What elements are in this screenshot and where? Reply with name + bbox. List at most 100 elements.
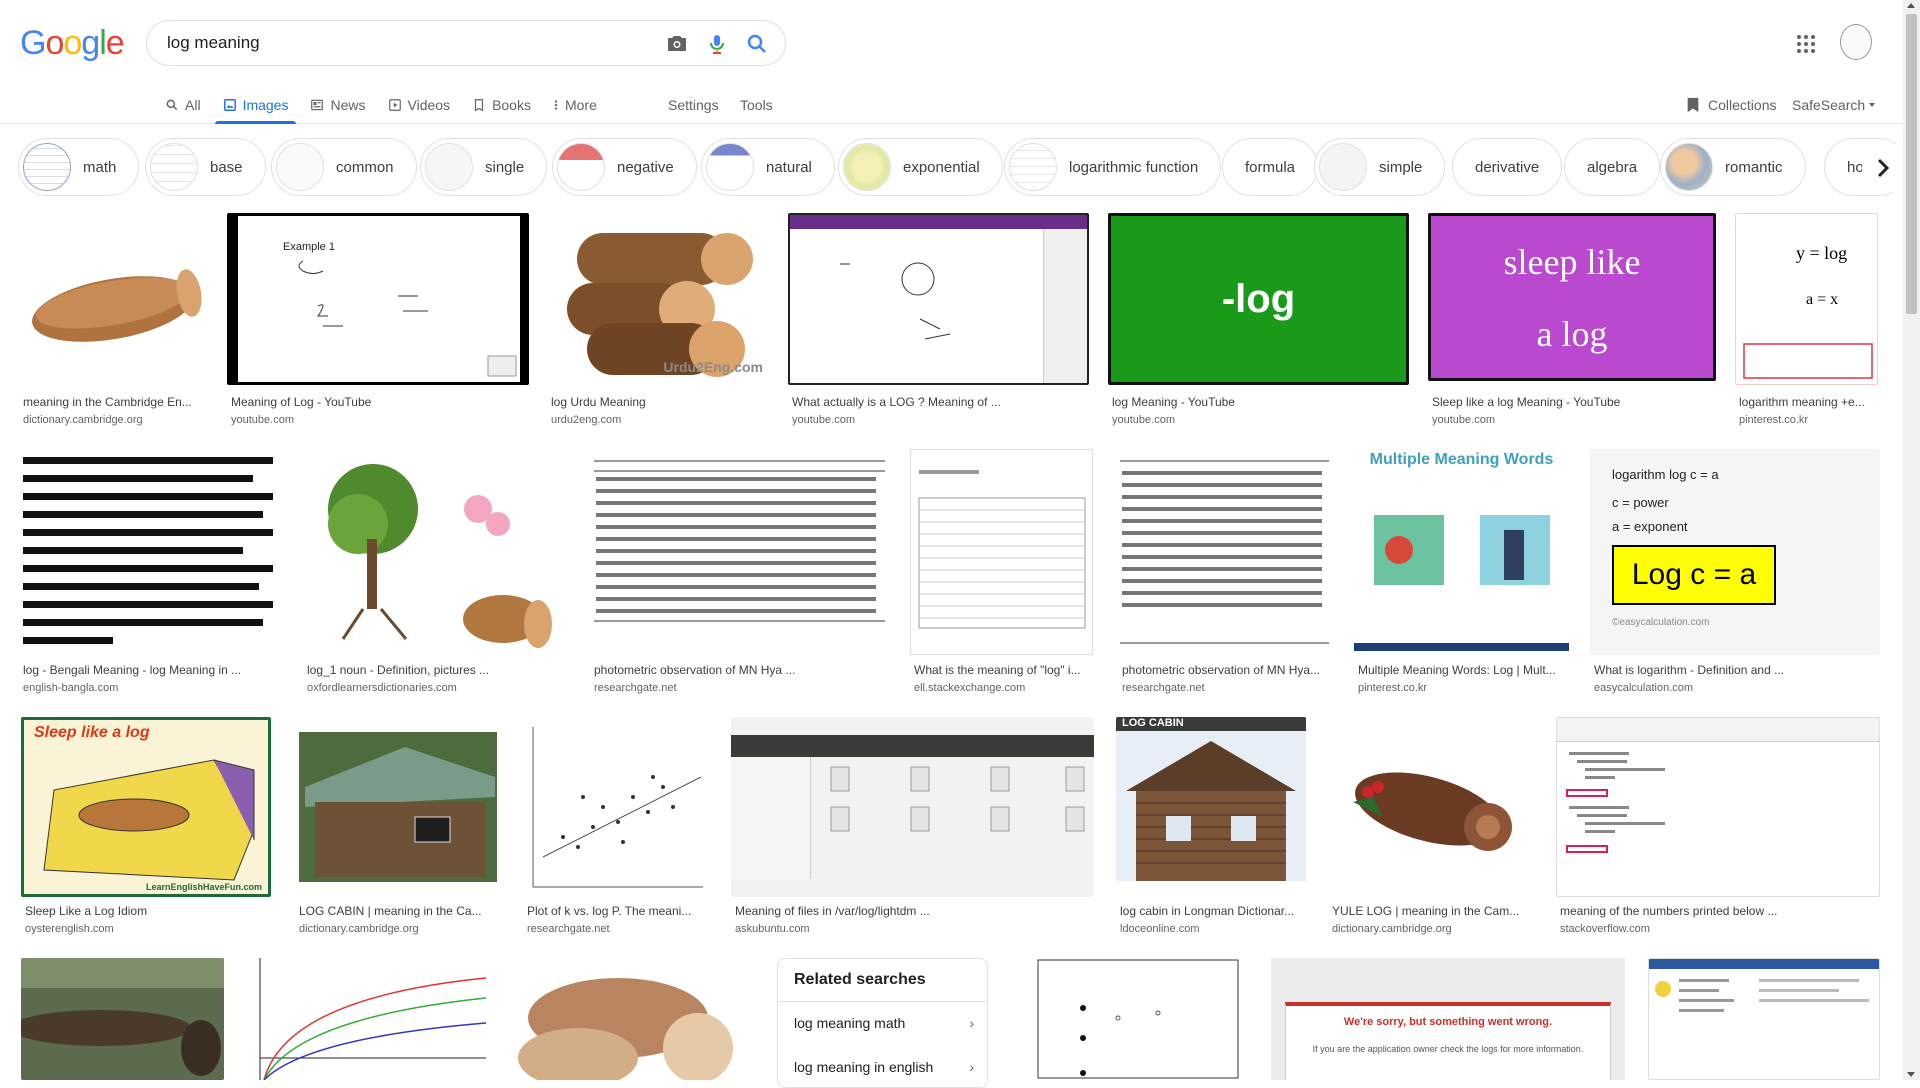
result-thumbnail[interactable]: logarithm log c = a c = power a = expone… (1590, 449, 1880, 655)
result-thumbnail[interactable] (910, 449, 1093, 655)
result-title[interactable]: log_1 noun - Definition, pictures ... (307, 663, 569, 677)
chip-formula[interactable]: formula (1222, 138, 1319, 196)
result-thumbnail[interactable]: Example 1 (227, 213, 529, 385)
result-title[interactable]: YULE LOG | meaning in the Cam... (1332, 904, 1532, 918)
image-result[interactable] (246, 958, 486, 1080)
result-title[interactable]: log - Bengali Meaning - log Meaning in .… (23, 663, 279, 677)
scroll-down-arrow-icon[interactable] (1907, 1072, 1915, 1077)
result-thumbnail[interactable]: Multiple Meaning Words (1354, 449, 1569, 655)
result-thumbnail[interactable] (1328, 717, 1534, 897)
chip-base[interactable]: base (145, 138, 266, 196)
result-title[interactable]: meaning of the numbers printed below ... (1560, 904, 1878, 918)
chip-romantic[interactable]: romantic (1660, 138, 1806, 196)
result-source[interactable]: researchgate.net (594, 682, 677, 694)
result-thumbnail[interactable] (1556, 717, 1880, 897)
result-source[interactable]: youtube.com (1112, 414, 1175, 426)
result-source[interactable]: ell.stackexchange.com (914, 682, 1025, 694)
image-result[interactable]: photometric observation of MN Hya... res… (1118, 449, 1331, 695)
result-source[interactable]: urdu2eng.com (551, 414, 621, 426)
result-thumbnail[interactable] (523, 717, 709, 897)
result-title[interactable]: Plot of k vs. log P. The meani... (527, 904, 707, 918)
result-thumbnail[interactable]: y = log a = x (1735, 213, 1878, 385)
result-title[interactable]: log cabin in Longman Dictionar... (1120, 904, 1306, 918)
result-title[interactable]: log Meaning - YouTube (1112, 395, 1409, 409)
tab-images[interactable]: Images (214, 88, 297, 124)
image-result[interactable]: We're sorry, but something went wrong. I… (1271, 958, 1625, 1080)
result-thumbnail[interactable]: sleep like a log (1428, 213, 1716, 381)
result-thumbnail[interactable] (295, 717, 501, 897)
image-result[interactable]: LOG CABIN log cabin in Longman Dictionar… (1116, 717, 1306, 939)
result-thumbnail[interactable] (1008, 958, 1249, 1080)
result-source[interactable]: researchgate.net (527, 923, 610, 935)
result-title[interactable]: Sleep Like a Log Idiom (25, 904, 271, 918)
result-source[interactable]: stackoverflow.com (1560, 923, 1650, 935)
result-source[interactable]: dictionary.cambridge.org (23, 414, 143, 426)
result-title[interactable]: Sleep like a log Meaning - YouTube (1432, 395, 1716, 409)
image-result[interactable]: LOG CABIN | meaning in the Ca... diction… (295, 717, 501, 939)
chip-algebra[interactable]: algebra (1564, 138, 1661, 196)
chip-derivative[interactable]: derivative (1452, 138, 1563, 196)
result-thumbnail[interactable] (19, 449, 283, 655)
image-result[interactable]: log - Bengali Meaning - log Meaning in .… (19, 449, 283, 695)
settings-link[interactable]: Settings (668, 88, 719, 122)
result-thumbnail[interactable] (21, 958, 224, 1080)
result-title[interactable]: What is logarithm - Definition and ... (1594, 663, 1880, 677)
result-source[interactable]: easycalculation.com (1594, 682, 1693, 694)
result-title[interactable]: log Urdu Meaning (551, 395, 767, 409)
result-source[interactable]: youtube.com (231, 414, 294, 426)
tab-news[interactable]: News (310, 88, 366, 122)
result-source[interactable]: english-bangla.com (23, 682, 118, 694)
result-thumbnail[interactable]: LOG CABIN (1116, 717, 1306, 897)
scroll-thumb[interactable] (1906, 14, 1917, 314)
related-search-item[interactable]: log meaning math › (794, 1007, 974, 1039)
result-thumbnail[interactable]: Sleep like a log LearnEnglishHaveFun.com (21, 717, 271, 897)
image-result[interactable] (21, 958, 224, 1080)
avatar[interactable] (1840, 24, 1872, 60)
image-result[interactable]: y = log a = x logarithm meaning +e... pi… (1735, 213, 1879, 428)
chip-simple[interactable]: simple (1314, 138, 1446, 196)
image-result[interactable]: Sleep like a log LearnEnglishHaveFun.com… (21, 717, 271, 939)
result-title[interactable]: logarithm meaning +e... (1739, 395, 1879, 409)
image-result[interactable]: YULE LOG | meaning in the Cam... diction… (1328, 717, 1534, 939)
collections-link[interactable]: Collections (1686, 88, 1776, 122)
chips-next-button[interactable] (1862, 144, 1904, 192)
image-result[interactable]: photometric observation of MN Hya ... re… (590, 449, 889, 695)
chip-exponential[interactable]: exponential (838, 138, 1003, 196)
camera-icon[interactable] (665, 32, 689, 56)
image-result[interactable]: sleep like a log Sleep like a log Meanin… (1428, 213, 1716, 428)
result-source[interactable]: dictionary.cambridge.org (1332, 923, 1452, 935)
result-title[interactable]: LOG CABIN | meaning in the Ca... (299, 904, 499, 918)
result-thumbnail[interactable] (788, 213, 1089, 385)
image-result[interactable]: logarithm log c = a c = power a = expone… (1590, 449, 1880, 695)
result-thumbnail[interactable] (303, 449, 570, 655)
tab-videos[interactable]: Videos (388, 88, 450, 122)
result-title[interactable]: What actually is a LOG ? Meaning of ... (792, 395, 1089, 409)
result-thumbnail[interactable] (19, 213, 207, 385)
result-source[interactable]: ldoceonline.com (1120, 923, 1200, 935)
result-source[interactable]: youtube.com (792, 414, 855, 426)
result-source[interactable]: youtube.com (1432, 414, 1495, 426)
image-result[interactable]: -log log Meaning - YouTube youtube.com (1108, 213, 1409, 428)
result-thumbnail[interactable] (1648, 958, 1880, 1080)
result-title[interactable]: photometric observation of MN Hya ... (594, 663, 886, 677)
chip-math[interactable]: math (18, 138, 140, 196)
result-source[interactable]: oysterenglish.com (25, 923, 114, 935)
image-result[interactable]: Plot of k vs. log P. The meani... resear… (523, 717, 709, 939)
google-logo[interactable]: Google (20, 24, 125, 63)
apps-icon[interactable] (1794, 32, 1818, 56)
tools-link[interactable]: Tools (740, 88, 773, 122)
result-thumbnail[interactable]: We're sorry, but something went wrong. I… (1271, 958, 1625, 1080)
result-source[interactable]: oxfordlearnersdictionaries.com (307, 682, 457, 694)
result-thumbnail[interactable] (246, 958, 486, 1080)
image-result[interactable]: What actually is a LOG ? Meaning of ... … (788, 213, 1089, 428)
search-input[interactable] (167, 32, 627, 54)
result-thumbnail[interactable] (731, 717, 1094, 897)
image-result[interactable]: What is the meaning of "log" i... ell.st… (910, 449, 1093, 695)
result-thumbnail[interactable]: -log (1108, 213, 1409, 385)
result-source[interactable]: researchgate.net (1122, 682, 1205, 694)
tab-more[interactable]: More (553, 88, 597, 122)
related-search-item[interactable]: log meaning in english › (794, 1051, 974, 1083)
image-result[interactable]: Multiple Meaning Words Multiple Meaning … (1354, 449, 1569, 695)
scroll-up-arrow-icon[interactable] (1907, 3, 1915, 8)
result-source[interactable]: pinterest.co.kr (1739, 414, 1808, 426)
